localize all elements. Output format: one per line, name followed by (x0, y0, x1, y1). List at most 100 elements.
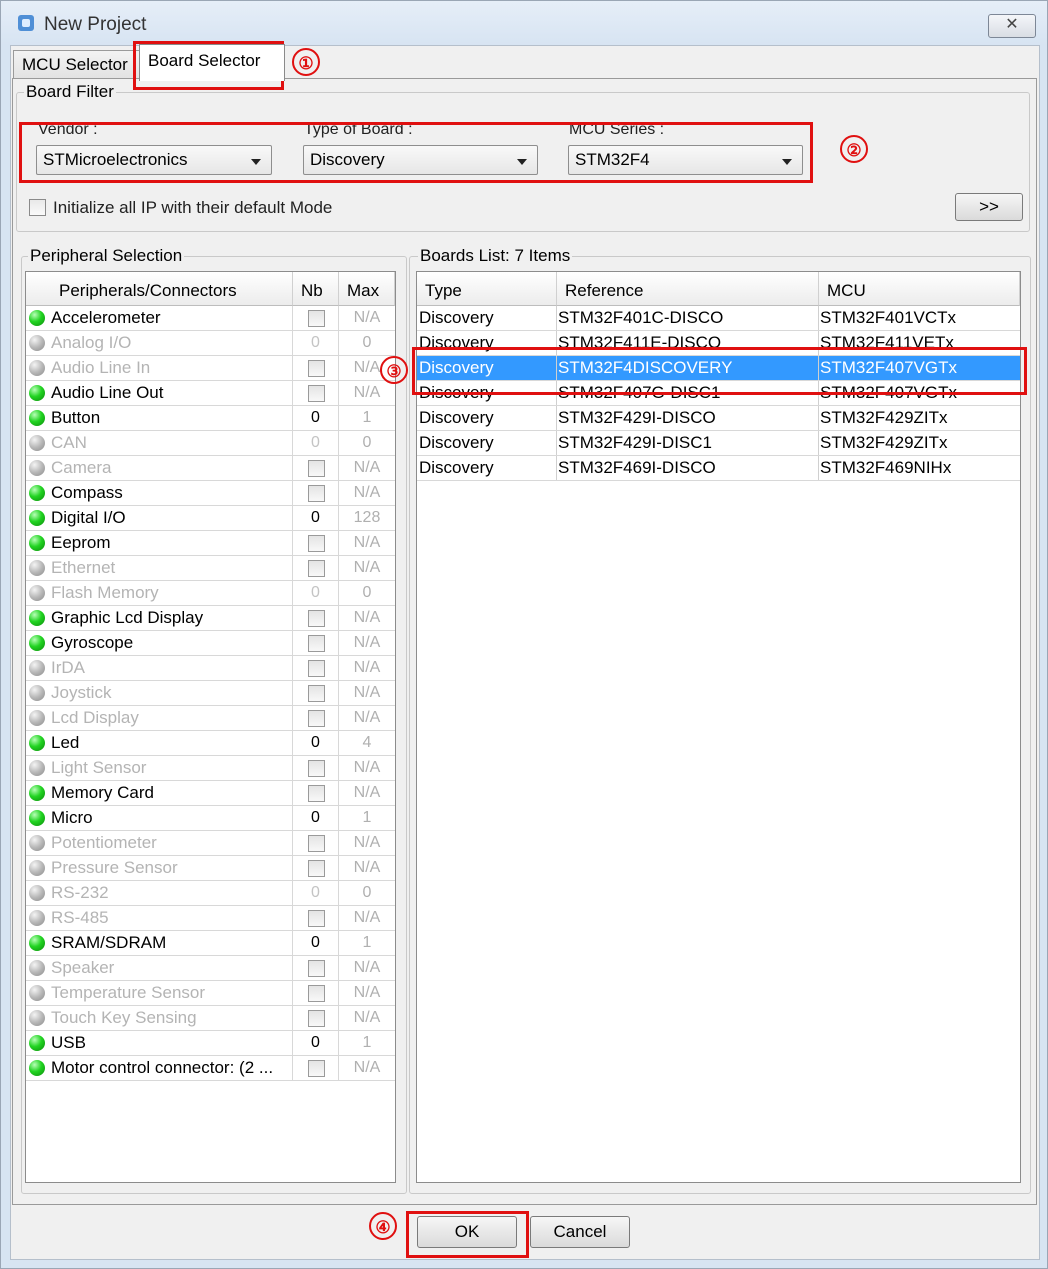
table-row[interactable]: Potentiometer N/A (26, 831, 395, 856)
column-divider (556, 406, 557, 430)
init-ip-checkbox[interactable] (29, 199, 46, 216)
nb-value[interactable]: 0 (293, 581, 338, 605)
nb-checkbox[interactable] (308, 610, 325, 627)
table-row[interactable]: RS-485 N/A (26, 906, 395, 931)
nb-checkbox[interactable] (308, 710, 325, 727)
table-row[interactable]: Discovery STM32F429I-DISCO STM32F429ZITx (417, 406, 1020, 431)
table-row[interactable]: Ethernet N/A (26, 556, 395, 581)
table-row[interactable]: Memory Card N/A (26, 781, 395, 806)
table-row[interactable]: Led 0 4 (26, 731, 395, 756)
max-value: 1 (362, 1034, 372, 1051)
nb-checkbox[interactable] (308, 560, 325, 577)
table-row[interactable]: Eeprom N/A (26, 531, 395, 556)
tab-mcu-selector[interactable]: MCU Selector (13, 50, 149, 79)
nb-checkbox[interactable] (308, 760, 325, 777)
nb-checkbox[interactable] (308, 860, 325, 877)
table-row[interactable]: Speaker N/A (26, 956, 395, 981)
table-row[interactable]: Motor control connector: (2 ... N/A (26, 1056, 395, 1081)
peripheral-name: Gyroscope (51, 633, 134, 652)
table-row[interactable]: Discovery STM32F429I-DISC1 STM32F429ZITx (417, 431, 1020, 456)
table-row[interactable]: Analog I/O 0 0 (26, 331, 395, 356)
table-row[interactable]: Camera N/A (26, 456, 395, 481)
status-led-icon (29, 1010, 45, 1026)
table-row[interactable]: IrDA N/A (26, 656, 395, 681)
tab-board-selector[interactable]: Board Selector (139, 44, 285, 81)
table-row[interactable]: Gyroscope N/A (26, 631, 395, 656)
title-bar[interactable]: New Project ✕ (1, 1, 1047, 45)
column-header-nb[interactable]: Nb (293, 272, 339, 306)
nb-checkbox[interactable] (308, 785, 325, 802)
column-header-max[interactable]: Max (339, 272, 395, 306)
peripheral-name: IrDA (51, 658, 85, 677)
table-row[interactable]: Accelerometer N/A (26, 306, 395, 331)
column-header-mcu[interactable]: MCU (819, 272, 1020, 306)
table-row[interactable]: Digital I/O 0 128 (26, 506, 395, 531)
table-row[interactable]: Temperature Sensor N/A (26, 981, 395, 1006)
table-row[interactable]: Button 0 1 (26, 406, 395, 431)
peripheral-name: Memory Card (51, 783, 154, 802)
nb-checkbox[interactable] (308, 635, 325, 652)
table-row[interactable]: Discovery STM32F469I-DISCO STM32F469NIHx (417, 456, 1020, 481)
nb-checkbox[interactable] (308, 485, 325, 502)
nb-checkbox[interactable] (308, 360, 325, 377)
status-led-icon (29, 810, 45, 826)
nb-checkbox[interactable] (308, 385, 325, 402)
nb-checkbox[interactable] (308, 1060, 325, 1077)
table-row[interactable]: SRAM/SDRAM 0 1 (26, 931, 395, 956)
table-row[interactable]: Flash Memory 0 0 (26, 581, 395, 606)
nb-value[interactable]: 0 (293, 806, 338, 830)
nb-value[interactable]: 0 (293, 431, 338, 455)
board-reference-cell: STM32F429I-DISC1 (558, 433, 712, 452)
max-value: 1 (362, 409, 372, 426)
table-row[interactable]: Compass N/A (26, 481, 395, 506)
nb-checkbox[interactable] (308, 960, 325, 977)
peripheral-name: Accelerometer (51, 308, 161, 327)
expand-button[interactable]: >> (955, 193, 1023, 221)
nb-value[interactable]: 0 (293, 1031, 338, 1055)
nb-checkbox[interactable] (308, 1010, 325, 1027)
peripheral-name: Audio Line In (51, 358, 151, 377)
nb-value[interactable]: 0 (293, 331, 338, 355)
column-header-type[interactable]: Type (417, 272, 557, 306)
nb-checkbox[interactable] (308, 685, 325, 702)
table-row[interactable]: Touch Key Sensing N/A (26, 1006, 395, 1031)
column-header-reference[interactable]: Reference (557, 272, 819, 306)
status-led-icon (29, 735, 45, 751)
max-value: N/A (353, 309, 381, 326)
peripheral-name: Lcd Display (51, 708, 139, 727)
nb-checkbox[interactable] (308, 835, 325, 852)
table-row[interactable]: Joystick N/A (26, 681, 395, 706)
table-row[interactable]: Lcd Display N/A (26, 706, 395, 731)
max-value: N/A (353, 959, 381, 976)
close-button[interactable]: ✕ (988, 14, 1036, 38)
nb-value[interactable]: 0 (293, 731, 338, 755)
nb-value[interactable]: 0 (293, 406, 338, 430)
nb-checkbox[interactable] (308, 660, 325, 677)
nb-checkbox[interactable] (308, 985, 325, 1002)
table-row[interactable]: Pressure Sensor N/A (26, 856, 395, 881)
table-row[interactable]: Graphic Lcd Display N/A (26, 606, 395, 631)
nb-checkbox[interactable] (308, 310, 325, 327)
nb-checkbox[interactable] (308, 910, 325, 927)
nb-value[interactable]: 0 (293, 506, 338, 530)
nb-checkbox[interactable] (308, 535, 325, 552)
table-row[interactable]: CAN 0 0 (26, 431, 395, 456)
status-led-icon (29, 885, 45, 901)
status-led-icon (29, 935, 45, 951)
column-header-peripherals[interactable]: Peripherals/Connectors (26, 272, 293, 306)
table-row[interactable]: Light Sensor N/A (26, 756, 395, 781)
annotation-step-4: ④ (369, 1212, 397, 1240)
table-row[interactable]: USB 0 1 (26, 1031, 395, 1056)
table-row[interactable]: Micro 0 1 (26, 806, 395, 831)
column-divider (292, 606, 293, 630)
cancel-button[interactable]: Cancel (530, 1216, 630, 1248)
table-row[interactable]: RS-232 0 0 (26, 881, 395, 906)
nb-value[interactable]: 0 (293, 881, 338, 905)
column-divider (292, 631, 293, 655)
table-row[interactable]: Audio Line In N/A (26, 356, 395, 381)
board-mcu-cell: STM32F429ZITx (820, 433, 948, 452)
table-row[interactable]: Audio Line Out N/A (26, 381, 395, 406)
table-row[interactable]: Discovery STM32F401C-DISCO STM32F401VCTx (417, 306, 1020, 331)
nb-value[interactable]: 0 (293, 931, 338, 955)
nb-checkbox[interactable] (308, 460, 325, 477)
